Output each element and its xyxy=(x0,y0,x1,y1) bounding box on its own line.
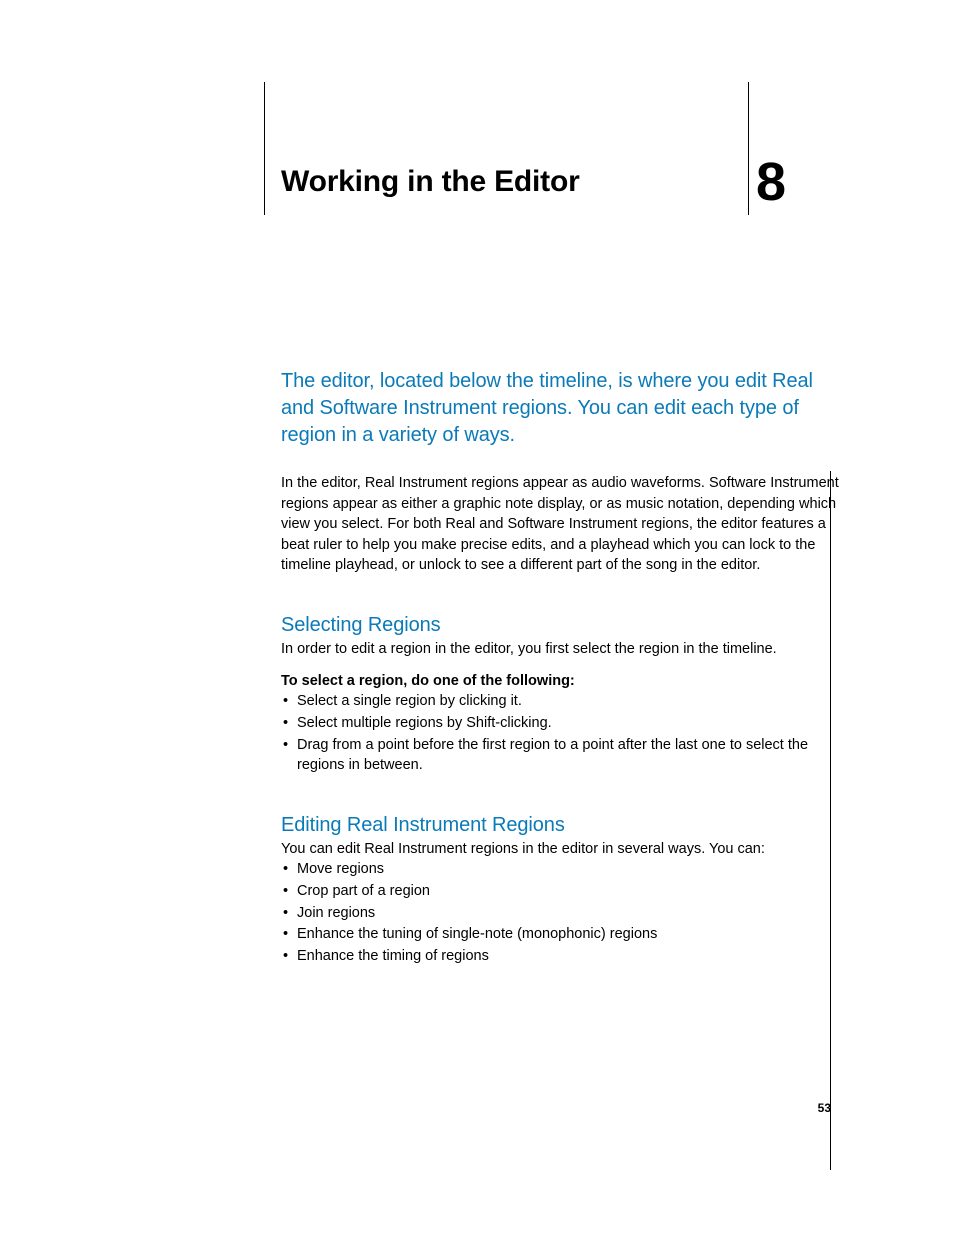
chapter-title: Working in the Editor xyxy=(281,165,580,199)
list-item: Enhance the tuning of single-note (monop… xyxy=(281,924,841,945)
bullet-list-edit: Move regions Crop part of a region Join … xyxy=(281,859,841,966)
page-number: 53 xyxy=(818,1101,831,1115)
list-item: Move regions xyxy=(281,859,841,880)
list-item: Select a single region by clicking it. xyxy=(281,691,841,712)
page: Working in the Editor 8 The editor, loca… xyxy=(0,0,954,1235)
section-heading-editing-real: Editing Real Instrument Regions xyxy=(281,814,841,837)
vertical-rule-right xyxy=(748,82,749,215)
list-item: Select multiple regions by Shift-clickin… xyxy=(281,713,841,734)
intro-paragraph: The editor, located below the timeline, … xyxy=(281,368,841,449)
section1-paragraph: In order to edit a region in the editor,… xyxy=(281,639,841,660)
chapter-number: 8 xyxy=(756,151,786,213)
vertical-rule-left xyxy=(264,82,265,215)
bullet-list-select: Select a single region by clicking it. S… xyxy=(281,691,841,775)
section-heading-selecting-regions: Selecting Regions xyxy=(281,614,841,637)
list-item: Join regions xyxy=(281,903,841,924)
instruction-lead: To select a region, do one of the follow… xyxy=(281,673,841,689)
list-item: Enhance the timing of regions xyxy=(281,946,841,967)
list-item: Crop part of a region xyxy=(281,881,841,902)
section2-paragraph: You can edit Real Instrument regions in … xyxy=(281,839,841,860)
list-item: Drag from a point before the first regio… xyxy=(281,735,841,776)
content-column: The editor, located below the timeline, … xyxy=(281,368,841,967)
body-paragraph: In the editor, Real Instrument regions a… xyxy=(281,473,841,576)
